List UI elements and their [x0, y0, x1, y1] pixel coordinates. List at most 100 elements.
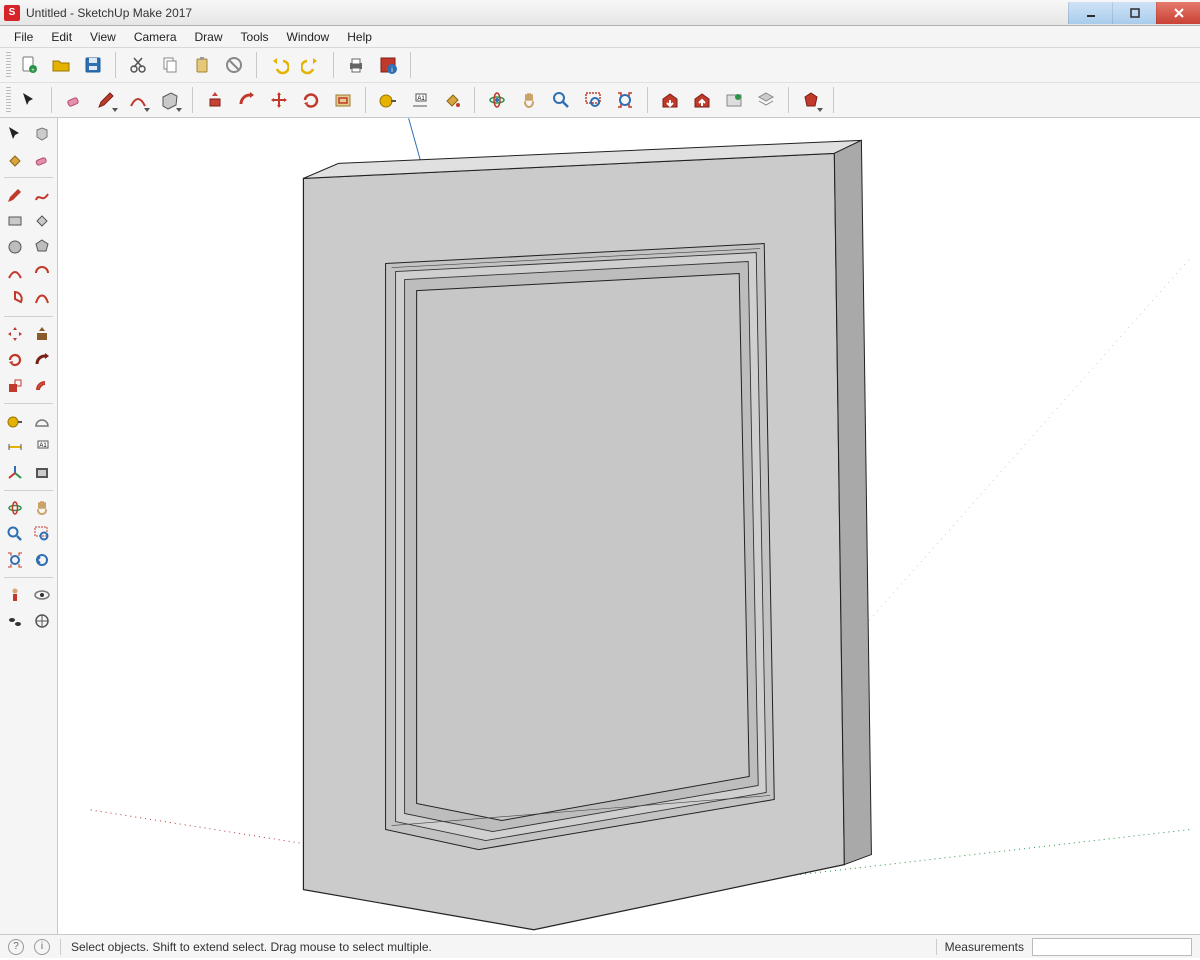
palette-scale[interactable]: [3, 374, 27, 398]
status-hint: Select objects. Shift to extend select. …: [71, 940, 432, 954]
palette-offset[interactable]: [30, 374, 54, 398]
dimension-button[interactable]: A1: [406, 86, 434, 114]
arc-tool-button[interactable]: [124, 86, 152, 114]
new-file-button[interactable]: +: [15, 51, 43, 79]
palette-freehand[interactable]: [30, 183, 54, 207]
measurements-label: Measurements: [945, 940, 1024, 954]
palette-tape[interactable]: [3, 409, 27, 433]
palette-axes[interactable]: [3, 461, 27, 485]
pencil-tool-button[interactable]: [92, 86, 120, 114]
palette-rectangle[interactable]: [3, 209, 27, 233]
palette-rotate[interactable]: [3, 348, 27, 372]
undo-button[interactable]: [265, 51, 293, 79]
palette-orbit[interactable]: [3, 496, 27, 520]
palette-previous[interactable]: [30, 548, 54, 572]
menu-tools[interactable]: Tools: [233, 28, 277, 46]
palette-arc3[interactable]: [30, 287, 54, 311]
palette-make-component[interactable]: [30, 122, 54, 146]
rotate-tool-button[interactable]: [297, 86, 325, 114]
menu-edit[interactable]: Edit: [43, 28, 80, 46]
offset-tool-button[interactable]: [329, 86, 357, 114]
3d-viewport[interactable]: [58, 118, 1200, 934]
warehouse-get-button[interactable]: [656, 86, 684, 114]
svg-text:A1: A1: [39, 443, 47, 449]
palette-text[interactable]: A1: [30, 435, 54, 459]
menu-draw[interactable]: Draw: [187, 28, 231, 46]
palette-section[interactable]: [30, 461, 54, 485]
zoom-window-button[interactable]: [579, 86, 607, 114]
palette-pan[interactable]: [30, 496, 54, 520]
window-controls: [1068, 2, 1200, 24]
tape-measure-button[interactable]: [374, 86, 402, 114]
select-tool-button[interactable]: [15, 86, 43, 114]
palette-zoom[interactable]: [3, 522, 27, 546]
svg-text:+: +: [31, 68, 35, 74]
save-file-button[interactable]: [79, 51, 107, 79]
menu-file[interactable]: File: [6, 28, 41, 46]
toolbar-grip[interactable]: [6, 52, 11, 78]
orbit-button[interactable]: [483, 86, 511, 114]
palette-pie[interactable]: [3, 287, 27, 311]
info-circle-icon[interactable]: i: [34, 939, 50, 955]
palette-walk[interactable]: [3, 609, 27, 633]
palette-section-cut[interactable]: [30, 609, 54, 633]
palette-eraser[interactable]: [30, 148, 54, 172]
palette-arc2[interactable]: [30, 261, 54, 285]
work-area: A1: [0, 118, 1200, 934]
ruby-console-button[interactable]: [797, 86, 825, 114]
menu-help[interactable]: Help: [339, 28, 380, 46]
cut-button[interactable]: [124, 51, 152, 79]
palette-protractor[interactable]: [30, 409, 54, 433]
paste-button[interactable]: [188, 51, 216, 79]
eraser-tool-button[interactable]: [60, 86, 88, 114]
palette-position-camera[interactable]: [3, 583, 27, 607]
extensions-button[interactable]: [720, 86, 748, 114]
layers-button[interactable]: [752, 86, 780, 114]
window-title: Untitled - SketchUp Make 2017: [26, 6, 192, 20]
help-circle-icon[interactable]: ?: [8, 939, 24, 955]
palette-pencil[interactable]: [3, 183, 27, 207]
palette-polygon[interactable]: [30, 235, 54, 259]
large-toolset-toolbar: A1: [0, 83, 1200, 117]
viewport-canvas: [58, 118, 1200, 934]
move-tool-button[interactable]: [265, 86, 293, 114]
maximize-button[interactable]: [1112, 2, 1156, 24]
open-file-button[interactable]: [47, 51, 75, 79]
delete-button[interactable]: [220, 51, 248, 79]
redo-button[interactable]: [297, 51, 325, 79]
palette-zoom-extents[interactable]: [3, 548, 27, 572]
status-bar: ? i Select objects. Shift to extend sele…: [0, 934, 1200, 958]
palette-rotated-rect[interactable]: [30, 209, 54, 233]
palette-look-around[interactable]: [30, 583, 54, 607]
palette-dimension[interactable]: [3, 435, 27, 459]
pan-button[interactable]: [515, 86, 543, 114]
palette-paint-bucket[interactable]: [3, 148, 27, 172]
close-button[interactable]: [1156, 2, 1200, 24]
model-info-button[interactable]: i: [374, 51, 402, 79]
zoom-button[interactable]: [547, 86, 575, 114]
minimize-button[interactable]: [1068, 2, 1112, 24]
palette-pushpull[interactable]: [30, 322, 54, 346]
palette-arc[interactable]: [3, 261, 27, 285]
paint-bucket-button[interactable]: [438, 86, 466, 114]
zoom-extents-button[interactable]: [611, 86, 639, 114]
svg-text:A1: A1: [417, 96, 425, 102]
menu-window[interactable]: Window: [279, 28, 338, 46]
palette-followme[interactable]: [30, 348, 54, 372]
toolbar-area: + i A1: [0, 48, 1200, 118]
rectangle-tool-button[interactable]: [156, 86, 184, 114]
print-button[interactable]: [342, 51, 370, 79]
follow-me-button[interactable]: [233, 86, 261, 114]
palette-zoom-window[interactable]: [30, 522, 54, 546]
toolbar-grip[interactable]: [6, 87, 11, 113]
measurements-input[interactable]: [1032, 938, 1192, 956]
menu-view[interactable]: View: [82, 28, 124, 46]
palette-move[interactable]: [3, 322, 27, 346]
standard-toolbar: + i: [0, 48, 1200, 83]
warehouse-share-button[interactable]: [688, 86, 716, 114]
push-pull-button[interactable]: [201, 86, 229, 114]
copy-button[interactable]: [156, 51, 184, 79]
palette-select[interactable]: [3, 122, 27, 146]
palette-circle[interactable]: [3, 235, 27, 259]
menu-camera[interactable]: Camera: [126, 28, 185, 46]
